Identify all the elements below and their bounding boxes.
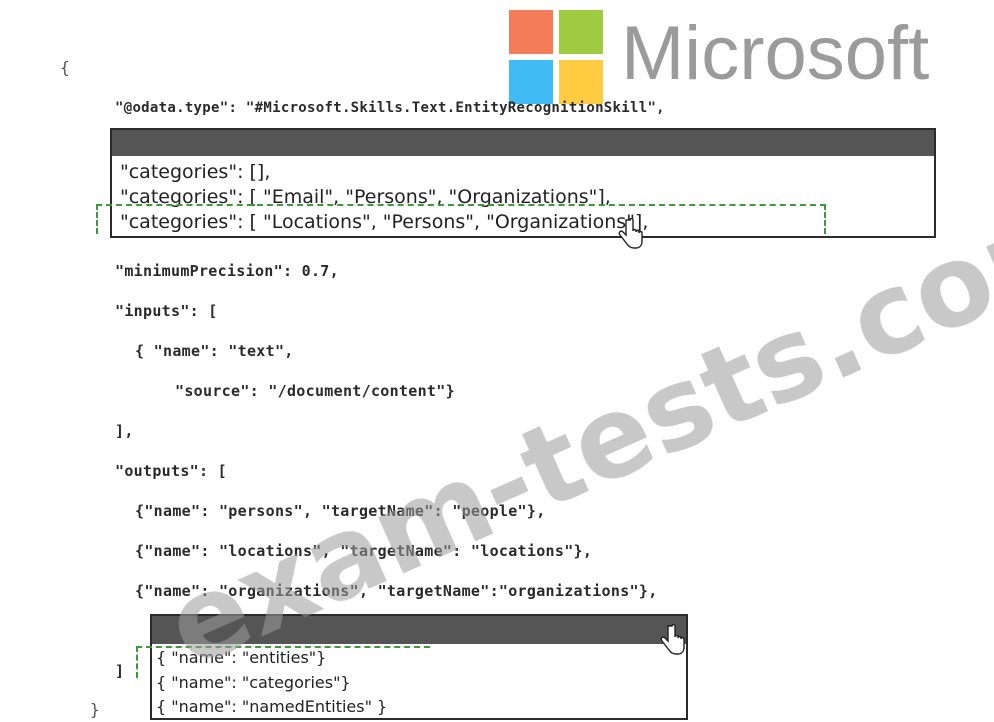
output-locations-line: {"name": "locations", "targetName": "loc… bbox=[135, 542, 593, 560]
logo-square-blue bbox=[509, 60, 553, 104]
inputs-open-line: "inputs": [ bbox=[115, 302, 218, 320]
outputs-option-entities[interactable]: { "name": "entities"} bbox=[156, 648, 326, 667]
categories-dropdown[interactable]: "categories": [], "categories": [ "Email… bbox=[110, 128, 936, 238]
input-name-line: { "name": "text", bbox=[135, 342, 294, 360]
minimum-precision-line: "minimumPrecision": 0.7, bbox=[115, 262, 339, 280]
close-brace: } bbox=[90, 700, 100, 719]
categories-option-email-persons-organizations[interactable]: "categories": [ "Email", "Persons", "Org… bbox=[120, 186, 611, 208]
output-persons-line: {"name": "persons", "targetName": "peopl… bbox=[135, 502, 546, 520]
logo-wordmark: Microsoft bbox=[621, 11, 930, 96]
outputs-option-named-entities[interactable]: { "name": "namedEntities" } bbox=[156, 697, 387, 716]
logo-square-green bbox=[559, 10, 603, 54]
inputs-close-line: ], bbox=[115, 422, 134, 440]
input-source-line: "source": "/document/content"} bbox=[175, 382, 455, 400]
open-brace: { bbox=[60, 58, 70, 77]
output-organizations-line: {"name": "organizations", "targetName":"… bbox=[135, 582, 658, 600]
dropdown-header[interactable] bbox=[112, 130, 934, 156]
outputs-open-line: "outputs": [ bbox=[115, 462, 227, 480]
outputs-option-categories[interactable]: { "name": "categories"} bbox=[156, 673, 351, 692]
microsoft-logo: Microsoft bbox=[509, 10, 969, 104]
logo-square-red bbox=[509, 10, 553, 54]
logo-square-yellow bbox=[559, 60, 603, 104]
dropdown-header[interactable] bbox=[152, 616, 686, 644]
outputs-dropdown[interactable]: { "name": "entities"} { "name": "categor… bbox=[150, 614, 688, 720]
hand-cursor-icon bbox=[660, 624, 685, 655]
code-editor: Microsoft { "@odata.type": "#Microsoft.S… bbox=[0, 0, 994, 722]
outputs-close-line: ] bbox=[115, 662, 125, 680]
hand-cursor-icon bbox=[618, 218, 643, 249]
categories-option-empty[interactable]: "categories": [], bbox=[120, 161, 270, 183]
odata-type-line: "@odata.type": "#Microsoft.Skills.Text.E… bbox=[115, 100, 665, 116]
categories-option-locations-persons-organizations[interactable]: "categories": [ "Locations", "Persons", … bbox=[120, 211, 648, 233]
